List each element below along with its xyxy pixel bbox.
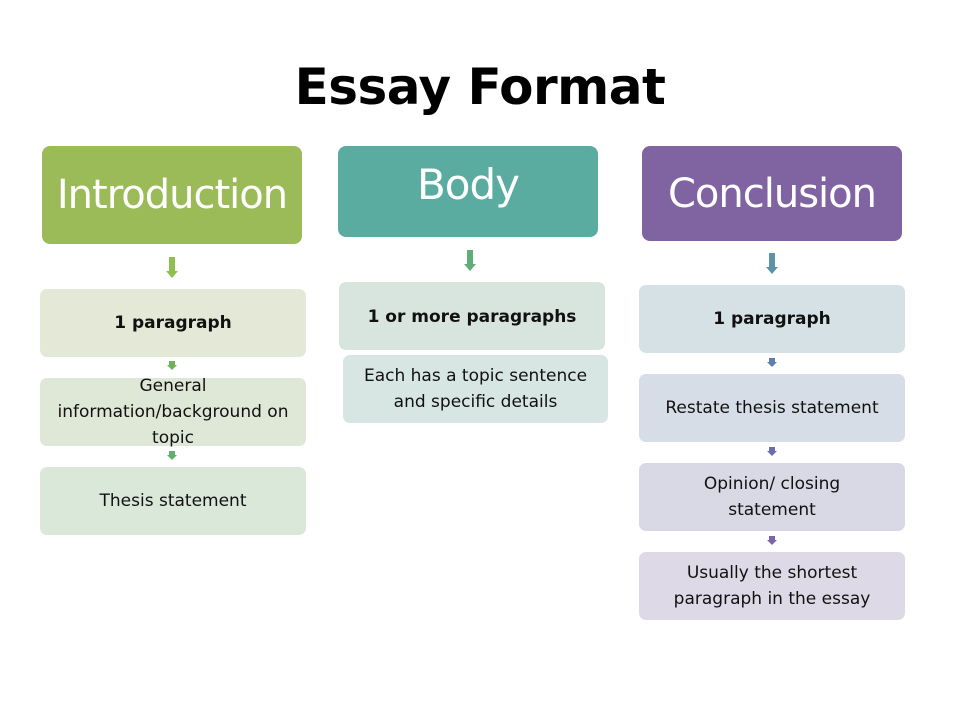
conclusion-item-restate-thesis: Restate thesis statement	[639, 374, 905, 442]
arrow-down-icon	[766, 253, 778, 274]
conclusion-item-opinion: Opinion/ closing statement	[639, 463, 905, 531]
arrow-down-icon	[767, 358, 777, 368]
page-title: Essay Format	[294, 58, 666, 116]
arrow-down-icon	[464, 250, 476, 271]
arrow-down-icon	[166, 257, 178, 278]
body-item-topic-sentence: Each has a topic sentence and specific d…	[343, 355, 608, 423]
arrow-down-icon	[167, 361, 177, 371]
intro-item-thesis: Thesis statement	[40, 467, 306, 535]
introduction-header: Introduction	[42, 146, 302, 244]
intro-item-general-info: General information/background on topic	[40, 376, 306, 448]
body-header: Body	[338, 146, 598, 237]
conclusion-item-shortest: Usually the shortest paragraph in the es…	[639, 552, 905, 620]
conclusion-header: Conclusion	[642, 146, 902, 241]
conclusion-item-paragraph-count: 1 paragraph	[639, 285, 905, 353]
arrow-down-icon	[767, 536, 777, 546]
arrow-down-icon	[167, 451, 177, 461]
arrow-down-icon	[767, 447, 777, 457]
body-item-paragraph-count: 1 or more paragraphs	[339, 282, 605, 350]
intro-item-paragraph-count: 1 paragraph	[40, 289, 306, 357]
